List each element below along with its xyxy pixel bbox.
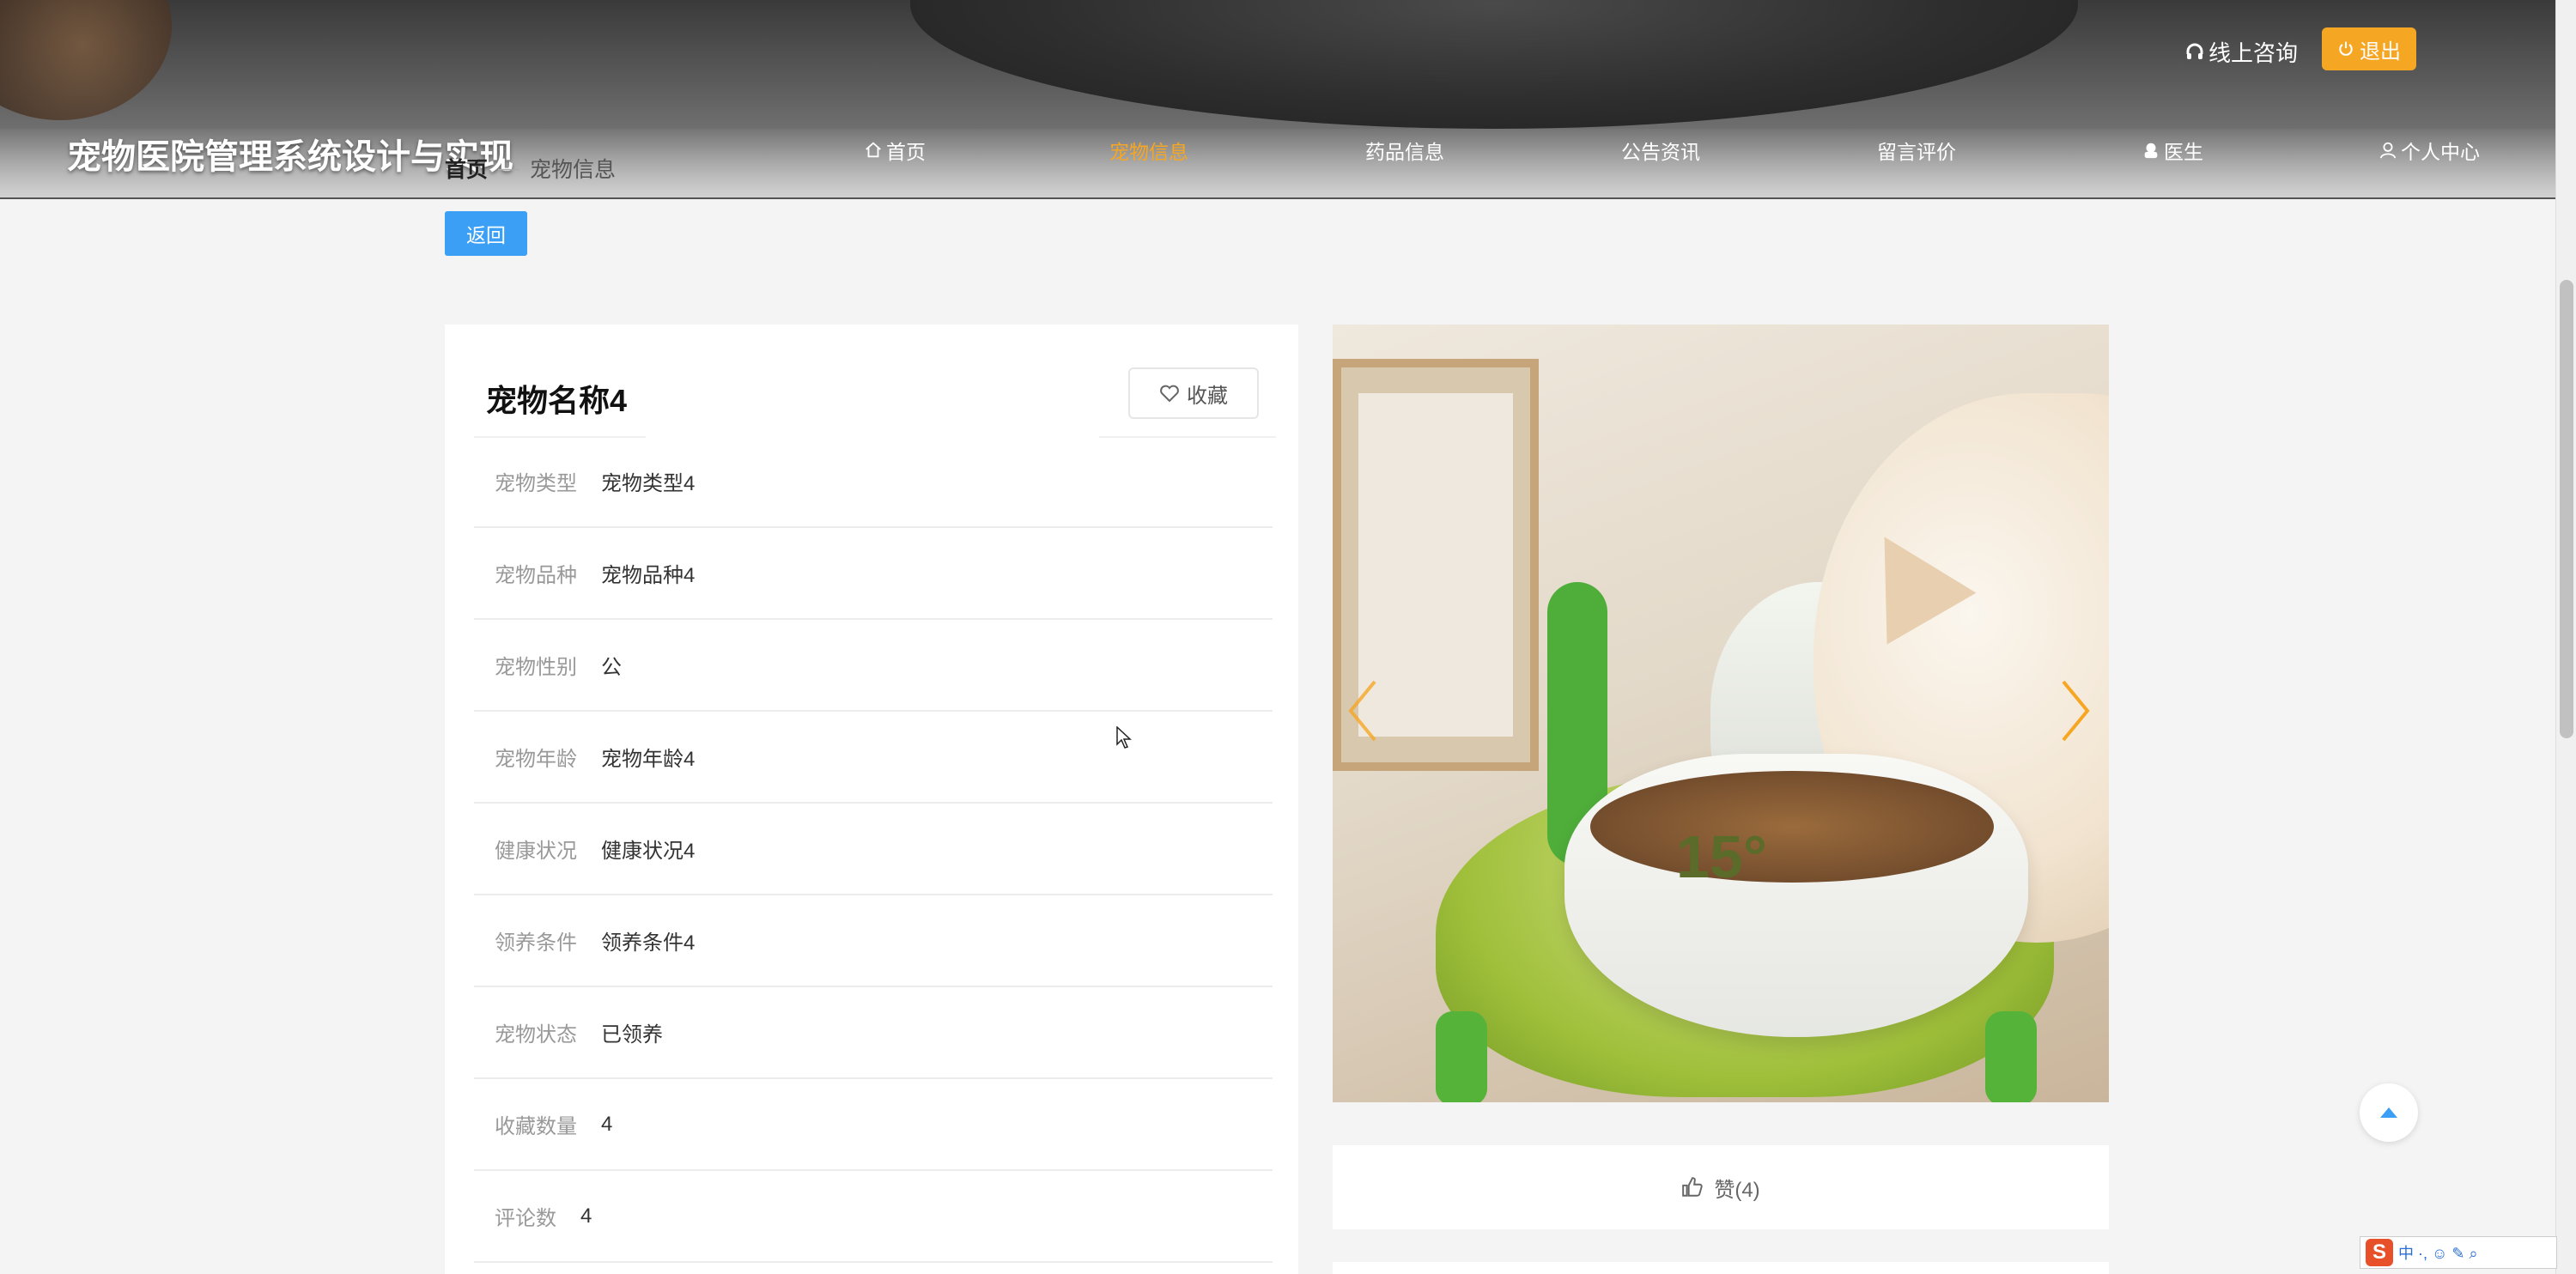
detail-label: 评论数 [495,1207,556,1230]
banner-dish-decoration [910,0,2078,129]
nav-item-messages[interactable]: 留言评价 [1877,136,1956,165]
carousel-prev-button[interactable] [1341,676,1384,745]
detail-row-gender: 宠物性别 公 [474,620,1273,712]
nav-label-messages: 留言评价 [1877,141,1956,163]
cat-food [1590,771,1994,883]
nav-item-pet-info[interactable]: 宠物信息 [1109,136,1188,165]
nav-item-medicine[interactable]: 药品信息 [1365,136,1444,165]
detail-value: 公 [601,656,622,679]
page-scrollbar[interactable] [2555,0,2576,1274]
carousel-next-button[interactable] [2054,676,2097,745]
breadcrumb: 首页 — 宠物信息 [445,153,616,184]
detail-value: 4 [601,1112,613,1136]
detail-value: 宠物年龄4 [601,748,696,771]
detail-value: 宠物类型4 [601,472,696,495]
nav-label-medicine: 药品信息 [1365,141,1444,163]
detail-label: 领养条件 [495,931,577,955]
back-to-top-button[interactable] [2360,1083,2418,1142]
detail-row-favorites-count: 收藏数量 4 [474,1079,1273,1171]
favorite-label: 收藏 [1187,384,1228,408]
detail-label: 健康状况 [495,840,577,863]
nav-label-pet-info: 宠物信息 [1109,141,1188,163]
sogou-logo-icon: S [2366,1239,2393,1266]
detail-row-comment-count: 评论数 4 [474,1171,1273,1263]
back-button[interactable]: 返回 [445,211,527,256]
detail-label: 宠物品种 [495,564,577,587]
nav-item-profile[interactable]: 个人中心 [2379,136,2480,165]
detail-row-age: 宠物年龄 宠物年龄4 [474,712,1273,804]
detail-value: 健康状况4 [601,840,696,863]
headset-icon [2186,43,2203,59]
nav-item-home[interactable]: 首页 [864,136,926,165]
detail-value: 4 [580,1204,592,1228]
thumbs-up-icon [1682,1177,1704,1197]
pet-name: 宠物名称4 [486,383,628,418]
like-label: 赞(4) [1714,1178,1760,1202]
arrow-up-icon [2380,1107,2397,1118]
detail-row-adoption-conditions: 领养条件 领养条件4 [474,895,1273,987]
breadcrumb-current: 宠物信息 [530,158,617,182]
detail-row-breed: 宠物品种 宠物品种4 [474,528,1273,620]
scrollbar-thumb[interactable] [2560,280,2573,738]
pet-info-card: 宠物名称4 收藏 宠物类型 宠物类型4 宠物品种 宠物品种4 宠物性别 公 宠物… [445,325,1298,1274]
tilt-angle-label: 15° [1676,823,1767,890]
online-consult-label: 线上咨询 [2208,40,2299,66]
chevron-left-icon [1348,680,1376,742]
next-section-card [1333,1262,2109,1274]
nav-label-profile: 个人中心 [2401,141,2480,163]
user-icon [2379,142,2397,159]
banner-bowl-decoration [0,0,172,120]
ime-toolbar[interactable]: S 中 ·, ☺ ✎ ⌕ [2360,1236,2557,1269]
doctor-icon [2144,143,2158,159]
detail-label: 收藏数量 [495,1115,577,1138]
ime-status: 中 ·, ☺ ✎ ⌕ [2398,1245,2478,1262]
detail-row-health: 健康状况 健康状况4 [474,804,1273,895]
nav-label-doctor: 医生 [2164,141,2203,163]
detail-label: 宠物类型 [495,472,577,495]
breadcrumb-separator: — [498,155,520,180]
detail-row-type: 宠物类型 宠物类型4 [474,436,1273,528]
detail-label: 宠物性别 [495,656,577,679]
online-consult-link[interactable]: 线上咨询 [2184,36,2298,68]
logout-label: 退出 [2360,39,2401,64]
header-divider [0,197,2555,199]
nav-item-doctor[interactable]: 医生 [2142,136,2203,165]
breadcrumb-home[interactable]: 首页 [445,153,488,184]
pet-detail-list: 宠物类型 宠物类型4 宠物品种 宠物品种4 宠物性别 公 宠物年龄 宠物年龄4 … [474,436,1273,1263]
detail-value: 领养条件4 [601,931,696,955]
detail-value: 已领养 [601,1023,663,1046]
feeder-leg [1436,1011,1487,1102]
chevron-right-icon [2062,680,2090,742]
pet-image-carousel: 15° [1333,325,2109,1102]
power-icon [2339,41,2353,56]
logout-button[interactable]: 退出 [2322,27,2416,70]
detail-label: 宠物年龄 [495,748,577,771]
favorite-button[interactable]: 收藏 [1128,367,1259,419]
mouse-cursor-icon [1116,726,1132,749]
nav-item-announcements[interactable]: 公告资讯 [1621,136,1700,165]
detail-label: 宠物状态 [495,1023,577,1046]
feeder-leg [1985,1011,2037,1102]
detail-value: 宠物品种4 [601,564,696,587]
heart-icon [1160,385,1179,403]
nav-label-home: 首页 [886,141,926,163]
nav-label-announcements: 公告资讯 [1621,141,1700,163]
like-button[interactable]: 赞(4) [1333,1145,2109,1229]
detail-row-status: 宠物状态 已领养 [474,987,1273,1079]
home-icon [866,142,881,158]
